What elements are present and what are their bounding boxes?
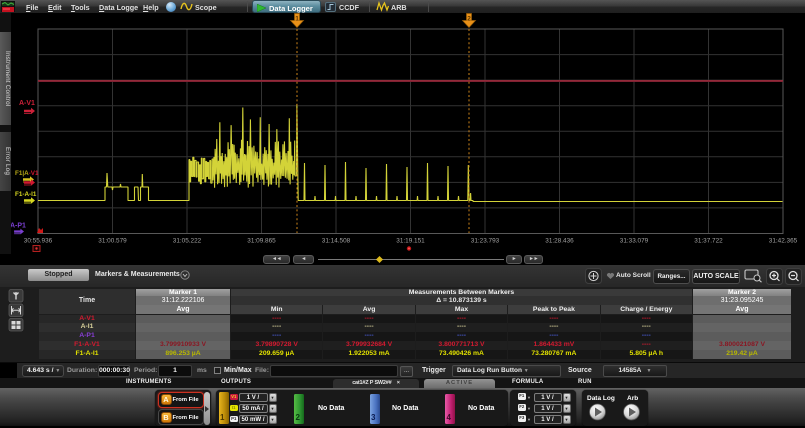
svg-text:1: 1: [295, 16, 299, 23]
svg-text:A-P1: A-P1: [11, 223, 26, 230]
svg-text:31:37.722: 31:37.722: [694, 238, 723, 245]
svg-text:31:14.508: 31:14.508: [322, 238, 351, 245]
svg-text:31:19.151: 31:19.151: [396, 238, 425, 245]
svg-text:30:55.936: 30:55.936: [24, 238, 53, 245]
svg-text:F1|A-V1: F1|A-V1: [15, 170, 39, 177]
svg-text:A-V1: A-V1: [19, 100, 35, 107]
svg-text:31:28.436: 31:28.436: [545, 238, 574, 245]
svg-text:31:00.579: 31:00.579: [98, 238, 127, 245]
svg-text:31:23.793: 31:23.793: [471, 238, 500, 245]
svg-text:31:05.222: 31:05.222: [173, 238, 202, 245]
svg-text:31:42.365: 31:42.365: [769, 238, 798, 245]
svg-text:31:33.079: 31:33.079: [620, 238, 649, 245]
svg-text:2: 2: [467, 16, 471, 23]
svg-text:31:09.865: 31:09.865: [247, 238, 276, 245]
svg-text:F1-A-I1: F1-A-I1: [15, 191, 37, 198]
